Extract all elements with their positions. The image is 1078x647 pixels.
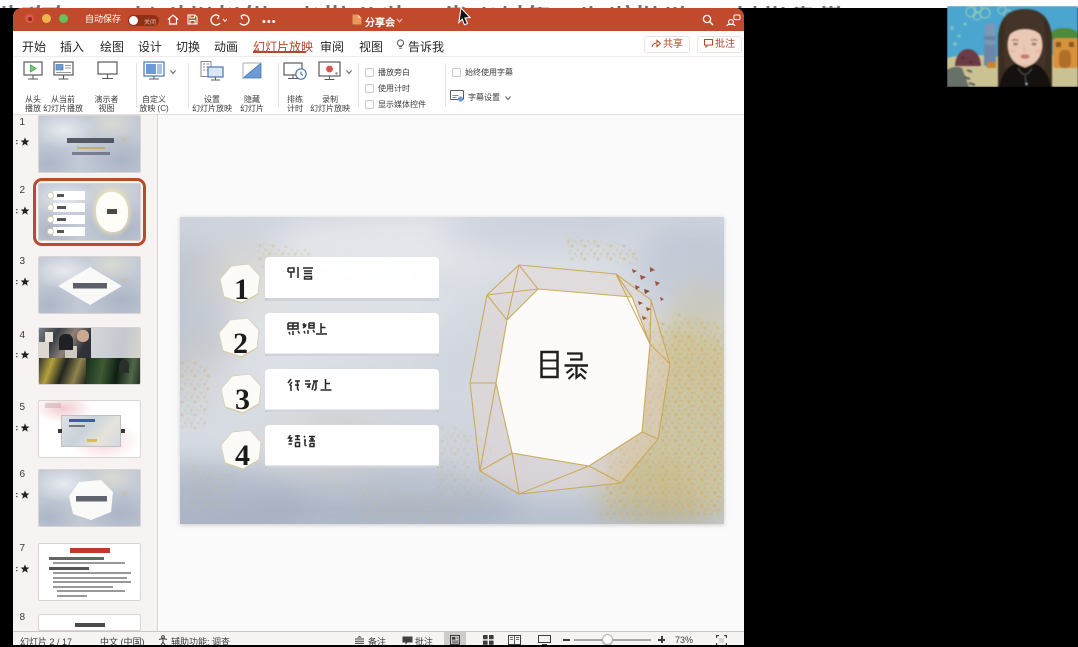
svg-text:2: 2 <box>233 327 248 360</box>
svg-text:3: 3 <box>235 383 250 416</box>
svg-text:1: 1 <box>234 273 249 306</box>
svg-text:4: 4 <box>235 439 250 472</box>
